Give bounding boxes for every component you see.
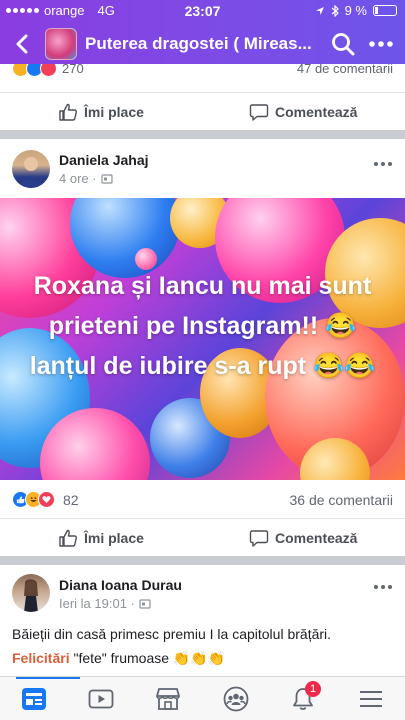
- post-text-line: Băieții din casă primesc premiu I la cap…: [12, 626, 332, 642]
- like-label: Îmi place: [84, 530, 144, 546]
- watch-icon: [88, 689, 114, 709]
- comment-icon: [249, 530, 269, 547]
- post-header: Diana Ioana Durau Ieri la 19:01 ·: [0, 565, 405, 627]
- post-actions: Îmi place Comentează: [0, 92, 405, 130]
- comment-label: Comentează: [275, 530, 358, 546]
- reactions-summary[interactable]: [12, 64, 57, 77]
- search-icon[interactable]: [330, 31, 356, 57]
- post-time-label: 4 ore ·: [59, 171, 97, 186]
- post-background-image[interactable]: Roxana și Iancu nu mai sunt prieteni pe …: [0, 198, 405, 480]
- post-time-label: Ieri la 19:01 ·: [59, 596, 135, 611]
- tab-watch[interactable]: [81, 677, 121, 720]
- tab-notifications[interactable]: 1: [283, 677, 323, 720]
- post-header: Daniela Jahaj 4 ore ·: [0, 139, 405, 201]
- bluetooth-icon: [331, 4, 339, 17]
- battery-icon: [373, 5, 397, 16]
- post-time[interactable]: Ieri la 19:01 ·: [59, 596, 151, 611]
- comment-button[interactable]: Comentează: [249, 102, 357, 122]
- thumbs-up-icon: [59, 529, 77, 547]
- comments-count[interactable]: 47 de comentarii: [297, 64, 393, 76]
- post-separator: [0, 130, 405, 139]
- reaction-count[interactable]: 82: [63, 492, 79, 508]
- like-label: Îmi place: [84, 104, 144, 120]
- avatar[interactable]: [12, 574, 50, 612]
- bottom-tab-bar: 1: [0, 676, 405, 720]
- tab-news-feed[interactable]: [14, 677, 80, 720]
- group-title[interactable]: Puterea dragostei ( Mireas...: [85, 34, 315, 54]
- news-feed-icon: [22, 688, 46, 710]
- app-header: orange 4G 23:07 9 % Puterea dragostei ( …: [0, 0, 405, 64]
- post-stats: 82 36 de comentarii: [0, 480, 405, 518]
- previous-post-stats: 270 47 de comentarii: [0, 64, 405, 78]
- tab-groups[interactable]: [216, 677, 256, 720]
- group-audience-icon: [139, 598, 151, 609]
- post-separator: [0, 556, 405, 565]
- post-banner-text: Roxana și Iancu nu mai sunt prieteni pe …: [29, 272, 376, 380]
- reaction-count[interactable]: 270: [62, 64, 84, 76]
- group-avatar[interactable]: [45, 28, 77, 60]
- like-button[interactable]: Îmi place: [58, 102, 144, 122]
- comment-button[interactable]: Comentează: [249, 528, 357, 548]
- menu-icon: [360, 691, 382, 707]
- more-dots-icon[interactable]: [368, 32, 394, 56]
- comment-icon: [249, 104, 269, 121]
- avatar[interactable]: [12, 150, 50, 188]
- post-text: Băieții din casă primesc premiu I la cap…: [12, 622, 397, 670]
- post-author[interactable]: Daniela Jahaj: [59, 152, 149, 168]
- status-bar: orange 4G 23:07 9 %: [0, 0, 405, 20]
- love-reaction-icon: [40, 64, 57, 77]
- reactions-summary[interactable]: [12, 491, 55, 508]
- thumbs-up-icon: [59, 103, 77, 121]
- marketplace-icon: [156, 688, 180, 710]
- group-audience-icon: [100, 173, 113, 184]
- post-text-rest: "fete" frumoase 👏👏👏: [69, 650, 226, 666]
- post-text-line: Felicitări "fete" frumoase 👏👏👏: [12, 646, 397, 670]
- notification-badge: 1: [305, 681, 321, 697]
- tab-menu[interactable]: [351, 677, 391, 720]
- groups-icon: [223, 686, 249, 712]
- highlighted-word: Felicitări: [12, 650, 70, 666]
- post-actions: Îmi place Comentează: [0, 518, 405, 556]
- news-feed[interactable]: 270 47 de comentarii Îmi place Comenteaz…: [0, 64, 405, 676]
- post-author[interactable]: Diana Ioana Durau: [59, 577, 182, 593]
- comments-count[interactable]: 36 de comentarii: [289, 492, 393, 508]
- location-icon: [315, 6, 324, 15]
- chevron-left-icon[interactable]: [10, 30, 36, 58]
- battery-percent: 9 %: [344, 3, 367, 18]
- post-options-icon[interactable]: [373, 159, 393, 169]
- tab-marketplace[interactable]: [148, 677, 188, 720]
- nav-bar: Puterea dragostei ( Mireas...: [0, 26, 405, 62]
- post-options-icon[interactable]: [373, 582, 393, 592]
- comment-label: Comentează: [275, 104, 358, 120]
- love-reaction-icon: [38, 491, 55, 508]
- post-time[interactable]: 4 ore ·: [59, 171, 113, 186]
- like-button[interactable]: Îmi place: [58, 528, 144, 548]
